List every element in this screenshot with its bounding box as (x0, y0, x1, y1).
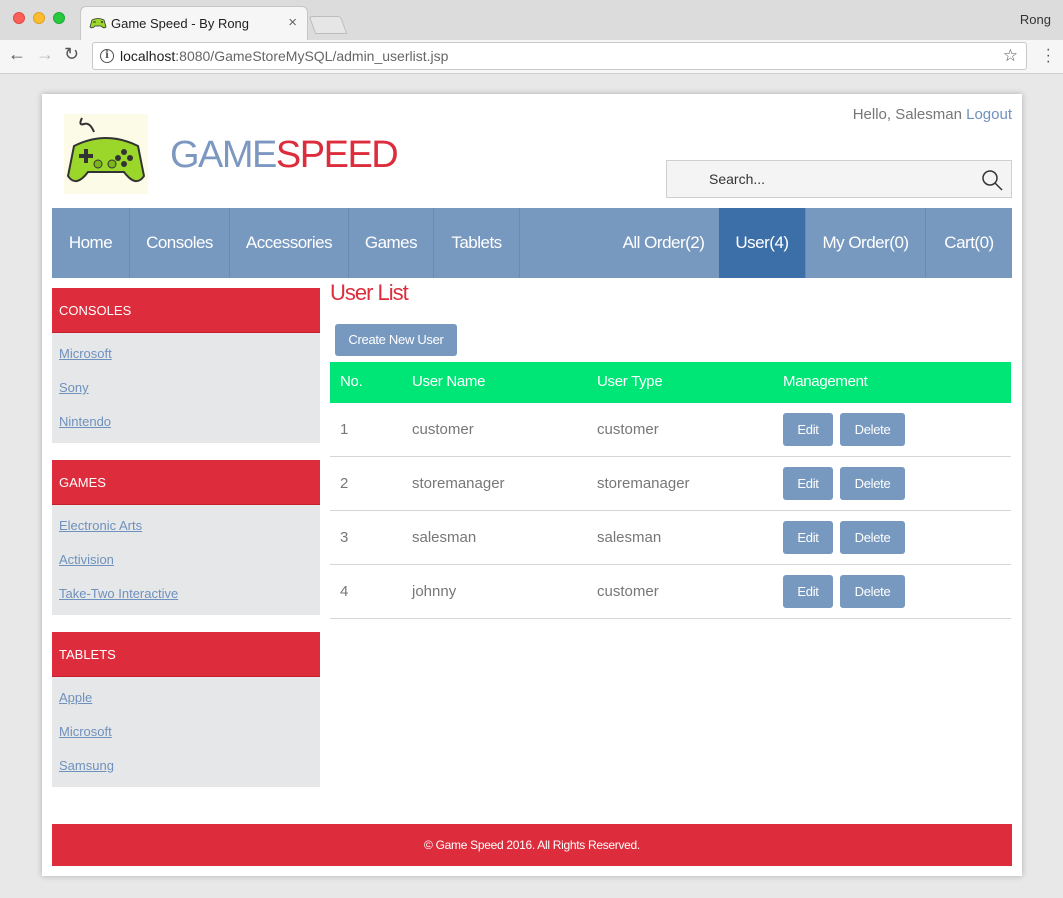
column-header: User Type (597, 373, 663, 390)
site-brand[interactable]: GAMESPEED (170, 134, 399, 177)
sidebar-link-samsung[interactable]: Samsung (52, 749, 320, 783)
column-header: User Name (412, 373, 486, 390)
delete-button[interactable]: Delete (840, 413, 905, 446)
gamepad-logo-icon (64, 114, 148, 194)
info-icon[interactable]: i (100, 49, 114, 63)
page-container: Hello, Salesman Logout GAMESPEED Home Co… (42, 94, 1022, 876)
row-number: 1 (340, 421, 349, 438)
edit-button[interactable]: Edit (783, 521, 833, 554)
delete-button[interactable]: Delete (840, 575, 905, 608)
browser-toolbar: ← → ↻ i localhost:8080/GameStoreMySQL/ad… (0, 40, 1063, 74)
url-text[interactable]: localhost:8080/GameStoreMySQL/admin_user… (120, 48, 448, 64)
column-header: Management (783, 373, 868, 390)
sidebar-link-activision[interactable]: Activision (52, 543, 320, 577)
search-input[interactable] (709, 171, 969, 187)
delete-button[interactable]: Delete (840, 521, 905, 554)
sidebar-link-sony[interactable]: Sony (52, 371, 320, 405)
maximize-window-button[interactable] (53, 12, 65, 24)
edit-button[interactable]: Edit (783, 467, 833, 500)
nav-consoles[interactable]: Consoles (130, 208, 230, 278)
row-username: johnny (412, 583, 457, 600)
browser-menu-icon[interactable]: · · · (1046, 42, 1051, 70)
user-table: No. User Name User Type Management 1 cus… (330, 362, 1011, 619)
browser-tab[interactable]: Game Speed - By Rong × (80, 6, 308, 40)
sidebar-heading: TABLETS (52, 632, 320, 677)
sidebar-link-apple[interactable]: Apple (52, 681, 320, 715)
new-tab-button[interactable] (308, 16, 348, 34)
sidebar-link-take-two[interactable]: Take-Two Interactive (52, 577, 320, 611)
nav-tablets[interactable]: Tablets (434, 208, 520, 278)
sidebar-link-microsoft[interactable]: Microsoft (52, 337, 320, 371)
nav-accessories[interactable]: Accessories (230, 208, 349, 278)
user-greeting: Hello, Salesman Logout (852, 106, 1012, 123)
table-row: 4 johnny customer Edit Delete (330, 565, 1011, 619)
row-usertype: customer (597, 583, 659, 600)
edit-button[interactable]: Edit (783, 413, 833, 446)
sidebar-heading: GAMES (52, 460, 320, 505)
profile-name[interactable]: Rong (1020, 12, 1051, 27)
row-username: salesman (412, 529, 477, 546)
footer: © Game Speed 2016. All Rights Reserved. (52, 824, 1012, 866)
column-header: No. (340, 373, 363, 390)
nav-games[interactable]: Games (349, 208, 434, 278)
address-bar[interactable]: i localhost:8080/GameStoreMySQL/admin_us… (92, 42, 1027, 70)
nav-home[interactable]: Home (52, 208, 130, 278)
forward-arrow-icon[interactable]: → (36, 44, 54, 65)
sidebar-tablets: TABLETS Apple Microsoft Samsung (52, 632, 320, 787)
nav-cart[interactable]: Cart(0) (926, 208, 1012, 278)
page-title: User List (330, 280, 409, 305)
tab-title: Game Speed - By Rong (111, 16, 250, 31)
close-tab-icon[interactable]: × (288, 14, 297, 31)
row-usertype: storemanager (597, 475, 690, 492)
sidebar-games: GAMES Electronic Arts Activision Take-Tw… (52, 460, 320, 615)
row-username: customer (412, 421, 474, 438)
back-arrow-icon[interactable]: ← (8, 44, 26, 65)
browser-titlebar: Game Speed - By Rong × Rong (0, 0, 1063, 40)
table-row: 3 salesman salesman Edit Delete (330, 511, 1011, 565)
reload-icon[interactable]: ↻ (64, 44, 79, 65)
nav-my-order[interactable]: My Order(0) (806, 208, 926, 278)
gamepad-icon (89, 18, 107, 29)
nav-user[interactable]: User(4) (719, 208, 806, 278)
sidebar-heading: CONSOLES (52, 288, 320, 333)
create-new-user-button[interactable]: Create New User (335, 324, 457, 356)
logout-link[interactable]: Logout (966, 106, 1012, 123)
main-navbar: Home Consoles Accessories Games Tablets … (52, 208, 1012, 278)
delete-button[interactable]: Delete (840, 467, 905, 500)
close-window-button[interactable] (13, 12, 25, 24)
sidebar-link-electronic-arts[interactable]: Electronic Arts (52, 509, 320, 543)
row-number: 2 (340, 475, 349, 492)
table-row: 1 customer customer Edit Delete (330, 403, 1011, 457)
bookmark-star-icon[interactable]: ☆ (1003, 46, 1018, 66)
search-box (666, 160, 1012, 198)
row-username: storemanager (412, 475, 505, 492)
sidebar-link-nintendo[interactable]: Nintendo (52, 405, 320, 439)
search-icon[interactable] (981, 169, 1003, 191)
row-usertype: salesman (597, 529, 662, 546)
sidebar-consoles: CONSOLES Microsoft Sony Nintendo (52, 288, 320, 443)
table-header: No. User Name User Type Management (330, 362, 1011, 403)
minimize-window-button[interactable] (33, 12, 45, 24)
edit-button[interactable]: Edit (783, 575, 833, 608)
row-number: 4 (340, 583, 349, 600)
row-number: 3 (340, 529, 349, 546)
row-usertype: customer (597, 421, 659, 438)
table-row: 2 storemanager storemanager Edit Delete (330, 457, 1011, 511)
nav-all-order[interactable]: All Order(2) (608, 208, 719, 278)
sidebar-link-microsoft-tablets[interactable]: Microsoft (52, 715, 320, 749)
